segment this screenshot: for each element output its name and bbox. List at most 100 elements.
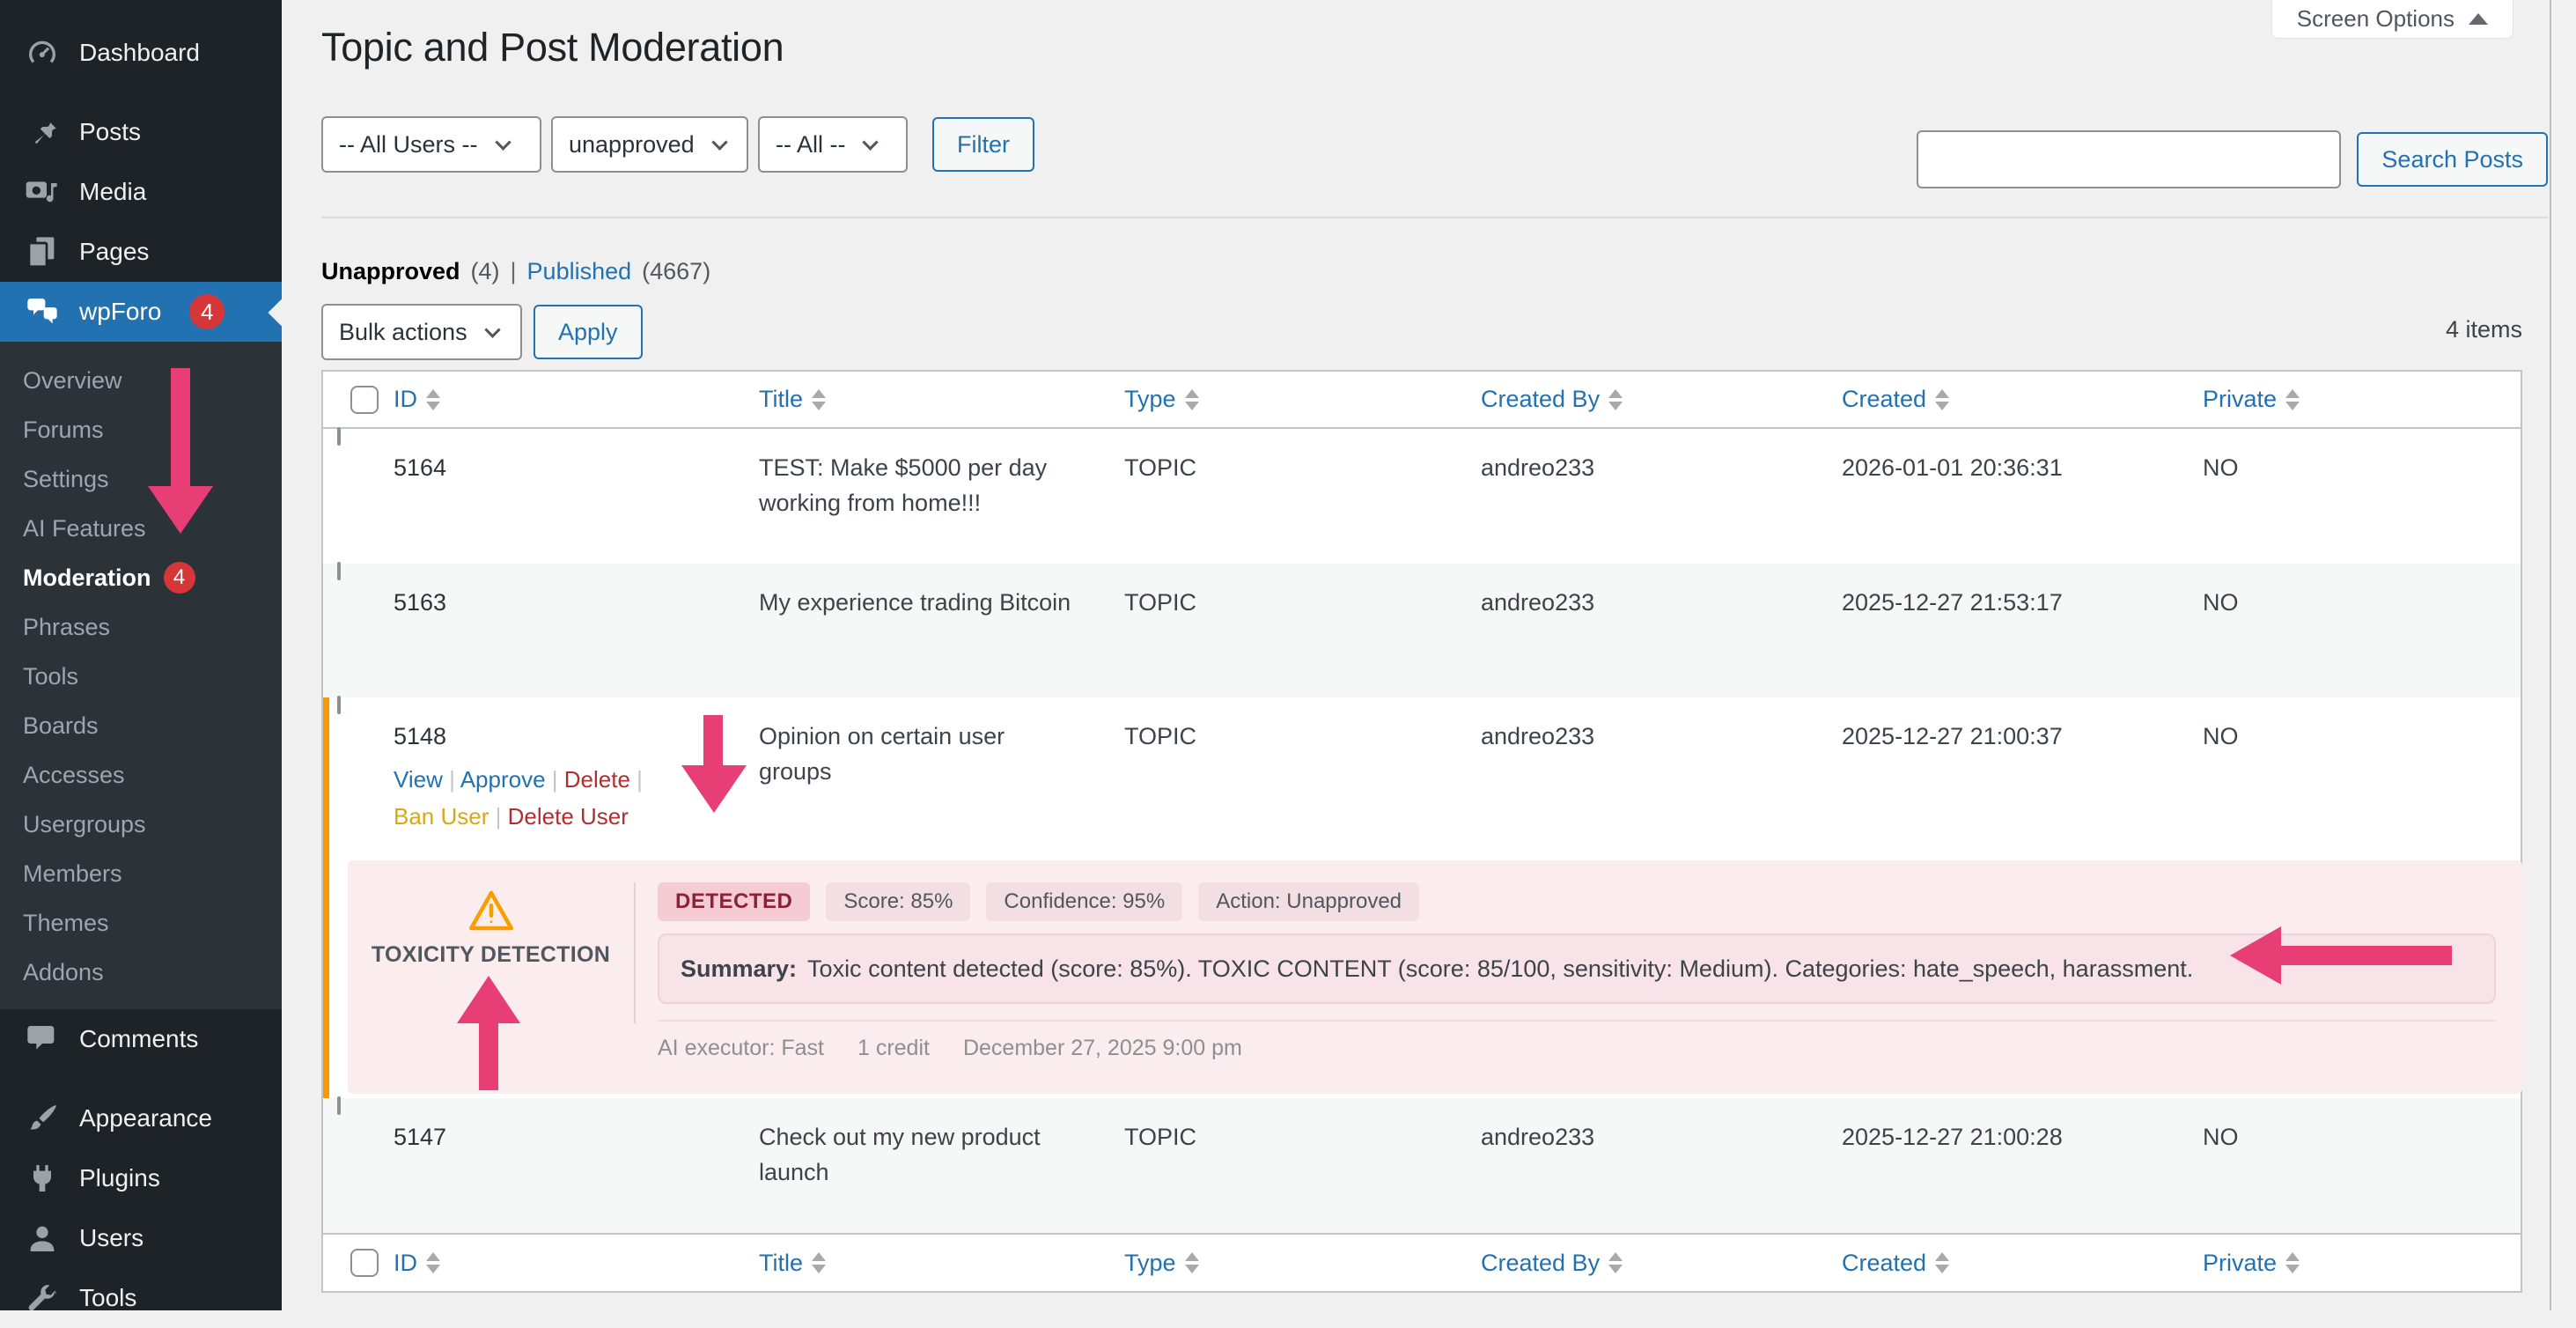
status-filter-select[interactable]: unapproved bbox=[551, 116, 748, 173]
sidebar-item-appearance[interactable]: Appearance bbox=[0, 1088, 282, 1148]
screen-options-label: Screen Options bbox=[2297, 5, 2455, 33]
search-posts-button[interactable]: Search Posts bbox=[2357, 132, 2548, 187]
sidebar-item-comments[interactable]: Comments bbox=[0, 1009, 282, 1069]
post-author: andreo233 bbox=[1468, 564, 1829, 697]
table-row: 5164 TEST: Make $5000 per day working fr… bbox=[323, 429, 2521, 564]
column-header-type[interactable]: Type bbox=[1111, 372, 1468, 427]
approve-link[interactable]: Approve bbox=[460, 766, 546, 793]
action-separator: | bbox=[637, 766, 643, 793]
triangle-up-icon bbox=[2469, 13, 2488, 25]
post-id: 5164 bbox=[394, 454, 446, 481]
submenu-item-members[interactable]: Members bbox=[0, 849, 282, 898]
column-header-created-by[interactable]: Created By bbox=[1468, 1235, 1829, 1291]
submenu-item-moderation[interactable]: Moderation 4 bbox=[0, 553, 282, 602]
toxicity-panel-body: DETECTED Score: 85% Confidence: 95% Acti… bbox=[658, 882, 2496, 1061]
view-unapproved[interactable]: Unapproved bbox=[321, 258, 460, 285]
submenu-item-tools[interactable]: Tools bbox=[0, 652, 282, 701]
submenu-label: Settings bbox=[23, 466, 109, 493]
ai-executor: AI executor: Fast bbox=[658, 1036, 824, 1061]
bulk-actions-select[interactable]: Bulk actions bbox=[321, 304, 522, 360]
sidebar-item-label: Users bbox=[79, 1224, 144, 1252]
title-line: launch bbox=[759, 1155, 1111, 1190]
sort-icon bbox=[1608, 389, 1623, 410]
post-id: 5148 bbox=[394, 723, 446, 749]
toxicity-summary: Summary: Toxic content detected (score: … bbox=[658, 933, 2496, 1004]
sort-icon bbox=[1935, 1252, 1949, 1273]
submenu-item-boards[interactable]: Boards bbox=[0, 701, 282, 750]
row-checkbox[interactable] bbox=[337, 696, 341, 714]
view-link[interactable]: View bbox=[394, 766, 443, 793]
delete-link[interactable]: Delete bbox=[564, 766, 630, 793]
page-title: Topic and Post Moderation bbox=[321, 25, 784, 70]
table-row: 5163 My experience trading Bitcoin TOPIC… bbox=[323, 564, 2521, 697]
submenu-item-addons[interactable]: Addons bbox=[0, 948, 282, 997]
delete-user-link[interactable]: Delete User bbox=[508, 803, 629, 830]
sidebar-item-label: Pages bbox=[79, 238, 149, 266]
sidebar-item-posts[interactable]: Posts bbox=[0, 102, 282, 162]
submenu-item-phrases[interactable]: Phrases bbox=[0, 602, 282, 652]
submenu-label: Accesses bbox=[23, 762, 125, 789]
sidebar-item-pages[interactable]: Pages bbox=[0, 222, 282, 282]
column-label: Private bbox=[2203, 1250, 2277, 1277]
row-checkbox[interactable] bbox=[337, 1096, 341, 1115]
comments-icon bbox=[25, 1022, 60, 1057]
column-header-title[interactable]: Title bbox=[746, 1235, 1111, 1291]
column-header-private[interactable]: Private bbox=[2190, 372, 2524, 427]
apply-button[interactable]: Apply bbox=[534, 305, 643, 359]
row-checkbox[interactable] bbox=[337, 562, 341, 580]
sort-icon bbox=[2285, 1252, 2300, 1273]
submenu-item-forums[interactable]: Forums bbox=[0, 405, 282, 454]
table-footer-row: ID Title Type Created By Created Private bbox=[323, 1233, 2521, 1291]
submenu-item-ai-features[interactable]: AI Features bbox=[0, 504, 282, 553]
sidebar-item-label: Media bbox=[79, 178, 146, 206]
column-header-private[interactable]: Private bbox=[2190, 1235, 2524, 1291]
column-label: Type bbox=[1124, 1250, 1176, 1277]
select-all-checkbox[interactable] bbox=[350, 1249, 379, 1277]
user-filter-value: -- All Users -- bbox=[339, 131, 478, 159]
column-header-id[interactable]: ID bbox=[380, 1235, 746, 1291]
submenu-item-overview[interactable]: Overview bbox=[0, 356, 282, 405]
submenu-item-usergroups[interactable]: Usergroups bbox=[0, 800, 282, 849]
submenu-item-themes[interactable]: Themes bbox=[0, 898, 282, 948]
sidebar-item-tools[interactable]: Tools bbox=[0, 1268, 282, 1328]
user-filter-select[interactable]: -- All Users -- bbox=[321, 116, 541, 173]
detected-badge: DETECTED bbox=[658, 882, 810, 921]
sidebar-item-media[interactable]: Media bbox=[0, 162, 282, 222]
type-filter-select[interactable]: -- All -- bbox=[758, 116, 908, 173]
view-published-count: (4667) bbox=[642, 258, 710, 285]
sidebar-item-label: Comments bbox=[79, 1025, 198, 1053]
view-published[interactable]: Published bbox=[527, 258, 632, 285]
sidebar-item-wpforo[interactable]: wpForo 4 bbox=[0, 282, 282, 342]
sidebar-item-dashboard[interactable]: Dashboard bbox=[0, 23, 282, 83]
sidebar-item-users[interactable]: Users bbox=[0, 1208, 282, 1268]
toxicity-meta: AI executor: Fast 1 credit December 27, … bbox=[658, 1036, 2496, 1061]
submenu-label: Themes bbox=[23, 910, 109, 937]
column-header-type[interactable]: Type bbox=[1111, 1235, 1468, 1291]
window-scrollbar[interactable] bbox=[2550, 0, 2576, 1310]
screen-options-button[interactable]: Screen Options bbox=[2271, 0, 2513, 39]
toxicity-detection-label: TOXICITY DETECTION bbox=[348, 942, 634, 968]
post-private: NO bbox=[2190, 1098, 2524, 1233]
column-header-title[interactable]: Title bbox=[746, 372, 1111, 427]
column-header-id[interactable]: ID bbox=[380, 372, 746, 427]
column-label: ID bbox=[394, 1250, 417, 1277]
column-header-created[interactable]: Created bbox=[1829, 1235, 2190, 1291]
post-private: NO bbox=[2190, 429, 2524, 564]
chevron-down-icon bbox=[711, 134, 727, 150]
submenu-item-accesses[interactable]: Accesses bbox=[0, 750, 282, 800]
column-header-created-by[interactable]: Created By bbox=[1468, 372, 1829, 427]
sort-icon bbox=[426, 1252, 440, 1273]
sort-icon bbox=[1608, 1252, 1623, 1273]
column-header-created[interactable]: Created bbox=[1829, 372, 2190, 427]
filter-button[interactable]: Filter bbox=[932, 117, 1034, 172]
search-input[interactable] bbox=[1917, 130, 2341, 188]
row-checkbox[interactable] bbox=[337, 427, 341, 446]
moderation-table: ID Title Type Created By Created Private bbox=[321, 370, 2522, 1293]
ban-user-link[interactable]: Ban User bbox=[394, 803, 489, 830]
main-content: Screen Options Topic and Post Moderation… bbox=[282, 0, 2576, 1310]
sidebar-item-label: Appearance bbox=[79, 1104, 212, 1132]
sidebar-item-plugins[interactable]: Plugins bbox=[0, 1148, 282, 1208]
submenu-item-settings[interactable]: Settings bbox=[0, 454, 282, 504]
submenu-label: Members bbox=[23, 860, 122, 888]
select-all-checkbox[interactable] bbox=[350, 386, 379, 414]
